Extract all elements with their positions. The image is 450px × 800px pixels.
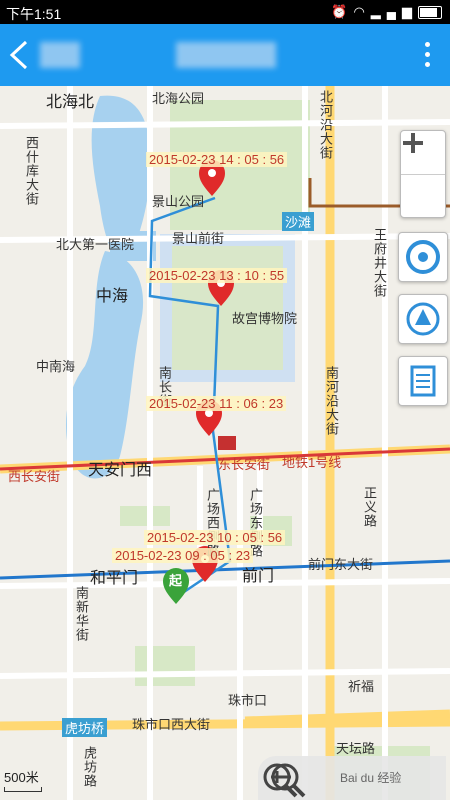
label-jingshan-front: 景山前街 [172,231,225,246]
label-zhushikou: 珠市口 [228,693,268,708]
label-jingshan-park: 景山公园 [152,194,205,209]
label-tiantan: 天坛路 [336,741,376,756]
minus-icon [403,141,423,145]
locate-icon [406,240,440,274]
label-hufangqiao: 虎坊桥 [62,718,108,737]
list-button[interactable] [398,356,448,406]
start-marker-label: 起 [169,573,183,588]
green-area [120,506,170,526]
label-beihaibei: 北海北 [46,94,95,111]
compass-icon [406,302,440,336]
label-zhonghai: 中海 [96,288,129,305]
overflow-menu-button[interactable] [422,42,432,70]
label-dongchangan: 东长安街 [218,457,271,472]
timestamp-label: 2015-02-23 09 : 05 : 23 [112,548,254,563]
status-bar: 下午1:51 ⏰◠▂▄▆ [0,0,450,24]
list-icon [410,365,436,397]
zoom-control [400,130,446,218]
signal-icon: ▂▄▆ [370,4,418,19]
label-palace: 故宫博物院 [232,311,298,326]
timestamp-label: 2015-02-23 14 : 05 : 56 [146,152,288,167]
zoom-in-magnifier-icon[interactable] [258,758,302,800]
label-nanxinhua: 南新华街 [74,586,89,642]
blurred-subtitle [176,42,276,68]
compass-button[interactable] [398,294,448,344]
label-hufang-road: 虎坊路 [82,746,97,788]
blurred-title [40,42,80,68]
wifi-icon: ◠ [353,4,371,19]
status-time: 下午1:51 [6,6,62,22]
label-metro1: 地铁1号线 [282,455,342,470]
label-xishiku: 西什库大街 [24,136,39,206]
label-qianmen: 前门 [242,568,275,585]
label-tiananmen-west: 天安门西 [88,462,153,479]
zoom-out-button[interactable] [401,141,445,217]
timestamp-label: 2015-02-23 13 : 10 : 55 [146,268,288,283]
label-shatan: 沙滩 [282,212,315,231]
label-qianmen-east: 前门东大街 [308,557,374,572]
back-arrow-icon [9,40,28,70]
alarm-icon: ⏰ [331,4,354,19]
watermark: Bai du 经验 [340,771,402,785]
map-canvas [0,86,450,800]
label-hospital: 北大第一医院 [56,237,135,252]
map-view[interactable]: 北海北 北海公园 北河沿大街 西什库大街 景山公园 沙滩 北大第一医院 景山前街… [0,86,450,800]
label-qiwan: 祈福 [348,679,375,694]
scale-label: 500米 [4,770,39,785]
label-xichangan: 西长安街 [8,469,61,484]
timestamp-label: 2015-02-23 10 : 05 : 56 [144,530,286,545]
label-beiheyan: 北河沿大街 [318,90,333,160]
label-beihai-park: 北海公园 [152,91,205,106]
locate-button[interactable] [398,232,448,282]
timestamp-label: 2015-02-23 11 : 06 : 23 [146,396,287,411]
label-zhengyi: 正义路 [362,486,377,528]
scale-bar [4,787,42,792]
battery-icon [418,6,442,20]
tiananmen-icon [218,436,236,450]
status-icons: ⏰◠▂▄▆ [331,4,442,20]
back-button[interactable] [2,36,38,74]
label-hepingmen: 和平门 [90,570,139,587]
label-wangfujing: 王府井大街 [372,228,387,298]
label-zhongnanhai: 中南海 [36,359,76,374]
green-area [135,646,195,686]
label-nanheyan: 南河沿大街 [324,366,339,436]
label-zhushikou-street: 珠市口西大街 [132,717,211,732]
app-bar [0,24,450,86]
